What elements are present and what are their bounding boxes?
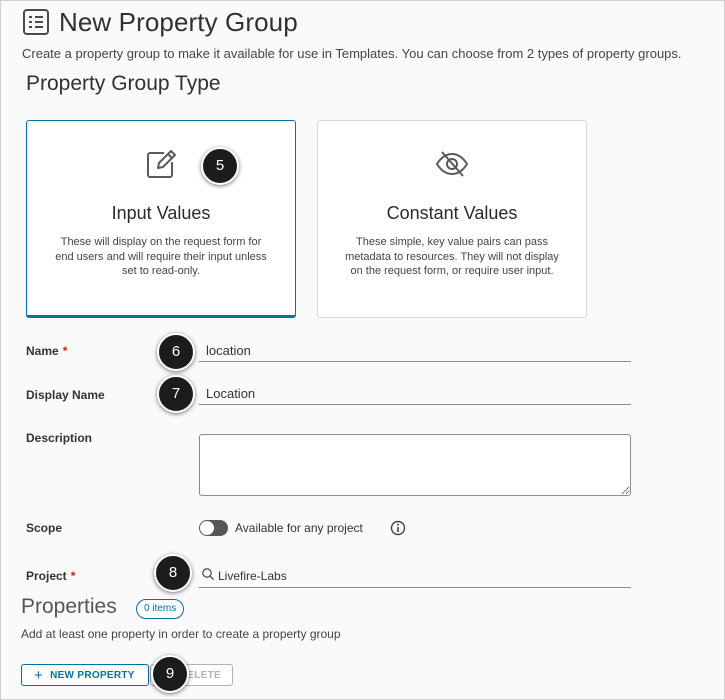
card-title: Constant Values <box>386 203 518 223</box>
toggle-knob <box>200 521 214 535</box>
info-icon[interactable] <box>390 520 406 536</box>
card-input-values[interactable]: Input Values These will display on the r… <box>26 120 296 318</box>
plus-icon: + <box>34 666 44 684</box>
card-description: These will display on the request form f… <box>55 236 267 277</box>
step-marker-7: 7 <box>157 375 195 413</box>
properties-description: Add at least one property in order to cr… <box>21 627 341 641</box>
page-intro: Create a property group to make it avail… <box>22 46 682 61</box>
name-input[interactable] <box>199 340 631 362</box>
search-icon <box>201 567 215 586</box>
card-constant-values[interactable]: Constant Values These simple, key value … <box>317 120 587 318</box>
required-marker: * <box>62 344 68 358</box>
card-title: Input Values <box>111 203 211 223</box>
eye-hide-icon <box>435 151 469 177</box>
display-name-input[interactable] <box>199 383 631 405</box>
new-property-label: NEW PROPERTY <box>50 669 135 681</box>
scope-label: Scope <box>26 521 63 535</box>
section-title: Property Group Type <box>26 72 221 95</box>
properties-title: Properties <box>21 595 117 618</box>
page-header: New Property Group <box>20 6 298 38</box>
display-name-label: Display Name <box>26 388 105 402</box>
step-marker-8: 8 <box>154 554 192 592</box>
step-marker-5: 5 <box>201 147 239 185</box>
properties-count-badge: 0 items <box>136 599 185 619</box>
new-property-button[interactable]: + NEW PROPERTY <box>21 664 149 686</box>
card-description: These simple, key value pairs can pass m… <box>345 236 559 277</box>
project-label: Project * <box>26 569 76 583</box>
edit-icon <box>147 150 176 178</box>
step-marker-9: 9 <box>151 655 189 693</box>
required-marker: * <box>70 569 76 583</box>
scope-toggle[interactable] <box>199 520 228 536</box>
project-value: Livefire-Labs <box>218 569 287 583</box>
page-title: New Property Group <box>59 6 298 37</box>
description-textarea[interactable] <box>199 434 631 496</box>
scope-toggle-label: Available for any project <box>235 521 363 535</box>
step-marker-6: 6 <box>157 333 195 371</box>
list-icon <box>20 6 52 38</box>
name-label: Name * <box>26 344 68 358</box>
description-label: Description <box>26 431 93 445</box>
project-search-field[interactable]: Livefire-Labs <box>199 565 631 588</box>
